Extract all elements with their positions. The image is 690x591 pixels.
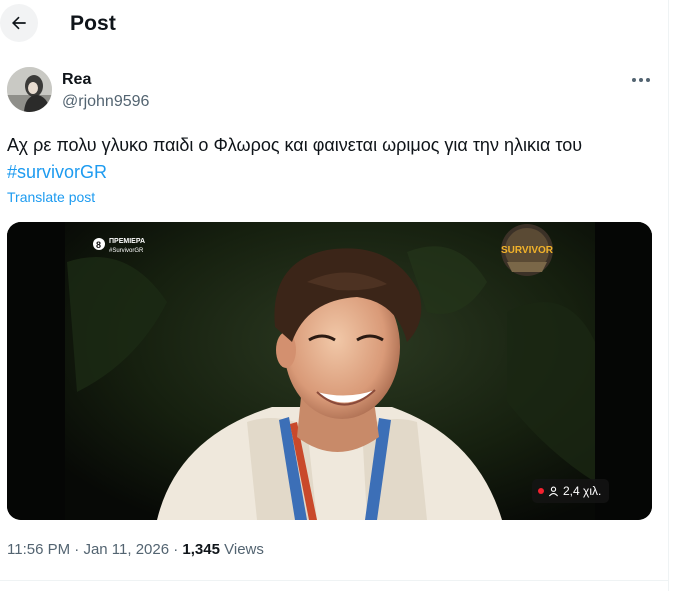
meta-separator: ·	[74, 541, 80, 558]
page-title: Post	[70, 12, 116, 35]
author-handle[interactable]: @rjohn9596	[62, 93, 149, 111]
views-count: 1,345	[182, 541, 220, 558]
meta-divider	[0, 580, 668, 581]
avatar-photo	[7, 67, 52, 112]
translate-post-link[interactable]: Translate post	[7, 189, 95, 205]
more-horizontal-icon	[632, 78, 650, 82]
post-time[interactable]: 11:56 PM	[7, 541, 70, 558]
arrow-left-icon	[12, 16, 26, 30]
post-page: Post Rea @rjohn9596 Αχ ρε πολυ γλυκο παι…	[0, 0, 690, 591]
tweet-media[interactable]: 8 ΠΡΕΜΙΕΡΑ #SurvivorGR SURVIVOR	[7, 222, 652, 520]
media-image: 8 ΠΡΕΜΙΕΡΑ #SurvivorGR SURVIVOR	[7, 222, 652, 520]
person-icon	[548, 486, 559, 496]
channel-label-2: #SurvivorGR	[109, 248, 144, 254]
author-name[interactable]: Rea	[62, 71, 91, 89]
tweet-text: Αχ ρε πολυ γλυκο παιδι ο Φλωρος και φαιν…	[7, 132, 659, 186]
post-meta: 11:56 PM · Jan 11, 2026 · 1,345 Views	[7, 541, 264, 558]
avatar[interactable]	[7, 67, 52, 112]
back-button[interactable]	[0, 4, 38, 42]
post-date[interactable]: Jan 11, 2026	[83, 541, 169, 558]
video-views-badge: 2,4 χιλ.	[532, 479, 610, 503]
svg-text:8: 8	[96, 240, 101, 250]
video-view-count: 2,4 χιλ.	[563, 484, 602, 498]
views-label: Views	[224, 541, 264, 558]
channel-label-1: ΠΡΕΜΙΕΡΑ	[109, 238, 145, 245]
tweet-body: Αχ ρε πολυ γλυκο παιδι ο Φλωρος και φαιν…	[7, 135, 583, 155]
hashtag-link[interactable]: #survivorGR	[7, 162, 107, 182]
more-options-button[interactable]	[626, 68, 656, 92]
logo-text: SURVIVOR	[501, 245, 554, 256]
column-divider	[668, 0, 669, 591]
live-dot-icon	[538, 488, 544, 494]
meta-separator-2: ·	[173, 541, 179, 558]
post-header: Post	[0, 0, 668, 50]
